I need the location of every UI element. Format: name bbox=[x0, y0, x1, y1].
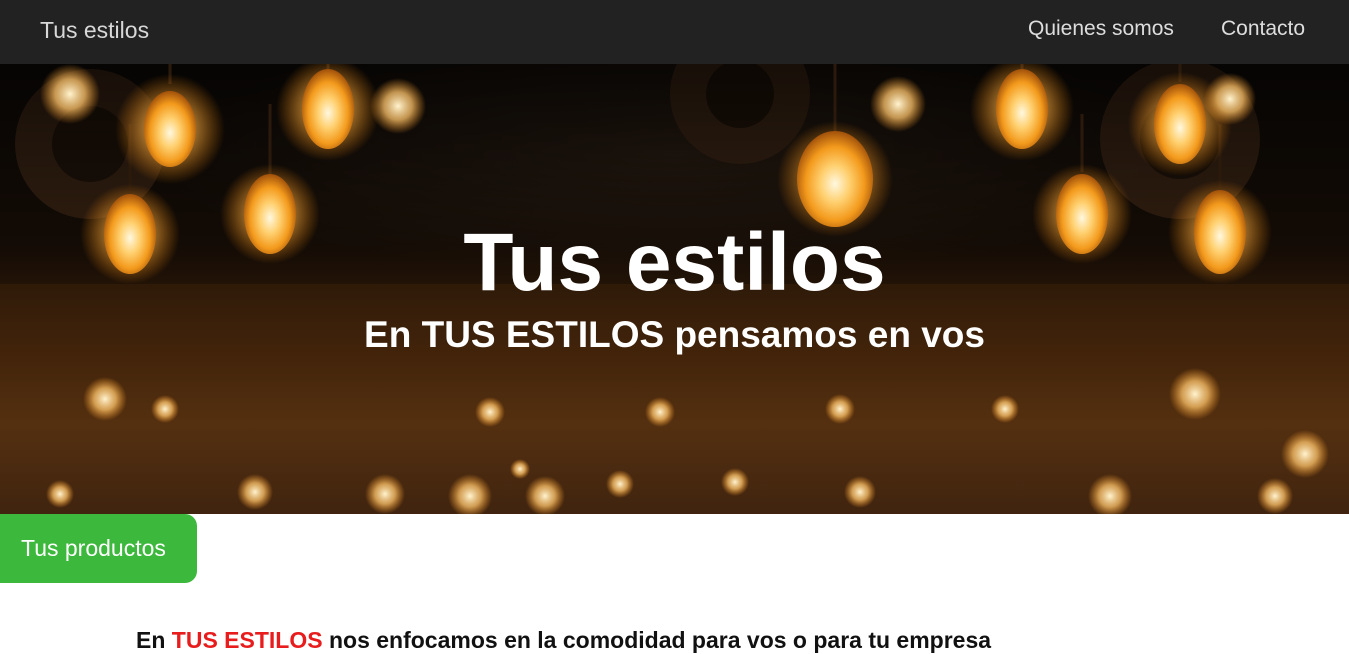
intro-brand-highlight: TUS ESTILOS bbox=[171, 627, 323, 653]
hero-banner: Tus estilos En TUS ESTILOS pensamos en v… bbox=[0, 64, 1349, 514]
hero-subtitle: En TUS ESTILOS pensamos en vos bbox=[364, 314, 985, 355]
intro-text: En TUS ESTILOS nos enfocamos en la comod… bbox=[136, 627, 991, 654]
nav-link-quienes-somos[interactable]: Quienes somos bbox=[1028, 17, 1174, 41]
intro-prefix: En bbox=[136, 627, 166, 653]
intro-suffix: nos enfocamos en la comodidad para vos o… bbox=[328, 627, 992, 653]
top-navbar: Tus estilos Quienes somos Contacto bbox=[0, 0, 1349, 64]
nav-link-contacto[interactable]: Contacto bbox=[1221, 17, 1305, 41]
hero-title: Tus estilos bbox=[463, 217, 886, 308]
brand-link[interactable]: Tus estilos bbox=[40, 17, 149, 44]
products-button[interactable]: Tus productos bbox=[0, 514, 197, 583]
